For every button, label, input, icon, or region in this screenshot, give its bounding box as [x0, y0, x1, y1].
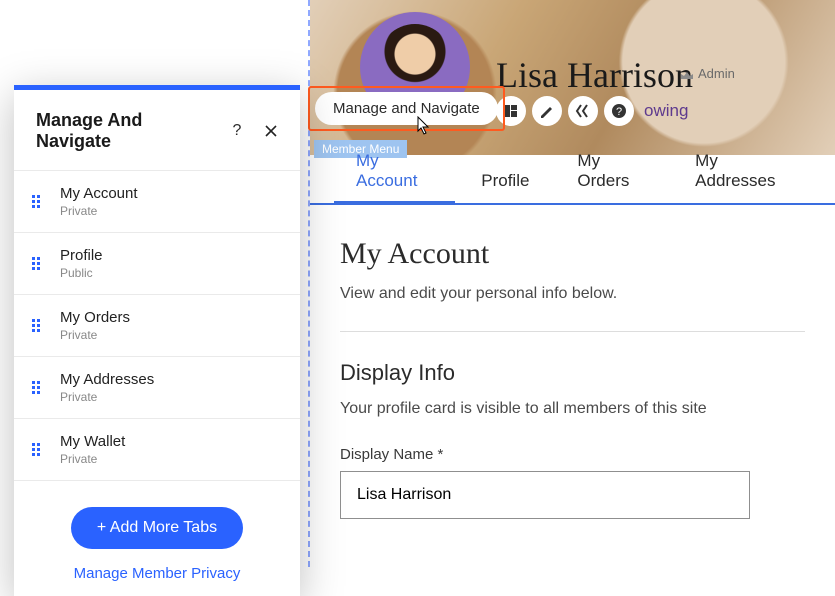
cursor-icon — [414, 116, 432, 138]
panel-item-label: My Orders — [60, 309, 130, 326]
panel-item-visibility: Private — [60, 452, 125, 466]
role-badge: Admin — [680, 66, 735, 81]
panel-item-label: My Wallet — [60, 433, 125, 450]
display-name-label: Display Name * — [340, 446, 805, 463]
tab-my-addresses[interactable]: My Addresses — [671, 137, 813, 203]
section-heading: Display Info — [340, 360, 805, 386]
manage-member-privacy-link[interactable]: Manage Member Privacy — [14, 565, 300, 582]
tab-profile[interactable]: Profile — [457, 157, 553, 203]
page-subtitle: View and edit your personal info below. — [340, 285, 805, 303]
member-page-preview: Lisa Harrison Admin ? owing — [308, 0, 835, 567]
help-icon[interactable]: ? — [604, 96, 634, 126]
panel-title: Manage And Navigate — [36, 110, 214, 152]
panel-item-visibility: Private — [60, 390, 154, 404]
role-text: Admin — [698, 66, 735, 81]
panel-tab-list: My Account Private Profile Public My Ord… — [14, 170, 300, 481]
panel-item-visibility: Public — [60, 266, 103, 280]
close-icon[interactable] — [260, 120, 282, 142]
hero-banner: Lisa Harrison Admin ? owing — [310, 0, 835, 155]
panel-item-visibility: Private — [60, 204, 138, 218]
member-tabs: My Account Profile My Orders My Addresse… — [310, 155, 835, 205]
tab-my-orders[interactable]: My Orders — [553, 137, 671, 203]
drag-handle-icon[interactable] — [32, 257, 44, 270]
following-row: ? owing — [496, 96, 688, 126]
expand-icon[interactable] — [568, 96, 598, 126]
drag-handle-icon[interactable] — [32, 319, 44, 332]
drag-handle-icon[interactable] — [32, 443, 44, 456]
crown-icon — [680, 69, 694, 79]
panel-item-my-orders[interactable]: My Orders Private — [14, 295, 300, 357]
panel-item-label: Profile — [60, 247, 103, 264]
display-name-input[interactable] — [340, 471, 750, 519]
panel-footer: + Add More Tabs Manage Member Privacy — [14, 481, 300, 596]
manage-navigate-button[interactable]: Manage and Navigate — [315, 92, 498, 125]
panel-item-visibility: Private — [60, 328, 130, 342]
manage-navigate-panel: Manage And Navigate ? My Account Private… — [14, 85, 300, 596]
panel-header: Manage And Navigate ? — [14, 90, 300, 170]
tab-my-account[interactable]: My Account — [332, 137, 457, 203]
content-area: My Account View and edit your personal i… — [310, 205, 835, 551]
divider — [340, 331, 805, 332]
edit-icon[interactable] — [532, 96, 562, 126]
drag-handle-icon[interactable] — [32, 381, 44, 394]
section-description: Your profile card is visible to all memb… — [340, 400, 805, 418]
page-title: My Account — [340, 237, 805, 271]
help-icon[interactable]: ? — [226, 120, 248, 142]
add-more-tabs-button[interactable]: + Add More Tabs — [71, 507, 243, 549]
panel-item-label: My Addresses — [60, 371, 154, 388]
drag-handle-icon[interactable] — [32, 195, 44, 208]
panel-item-my-addresses[interactable]: My Addresses Private — [14, 357, 300, 419]
member-name: Lisa Harrison — [496, 54, 693, 96]
panel-item-my-account[interactable]: My Account Private — [14, 171, 300, 233]
following-text: owing — [644, 101, 688, 121]
panel-item-label: My Account — [60, 185, 138, 202]
svg-text:?: ? — [616, 106, 622, 118]
panel-item-profile[interactable]: Profile Public — [14, 233, 300, 295]
manage-navigate-highlight: Manage and Navigate — [308, 86, 505, 131]
panel-item-my-wallet[interactable]: My Wallet Private — [14, 419, 300, 481]
